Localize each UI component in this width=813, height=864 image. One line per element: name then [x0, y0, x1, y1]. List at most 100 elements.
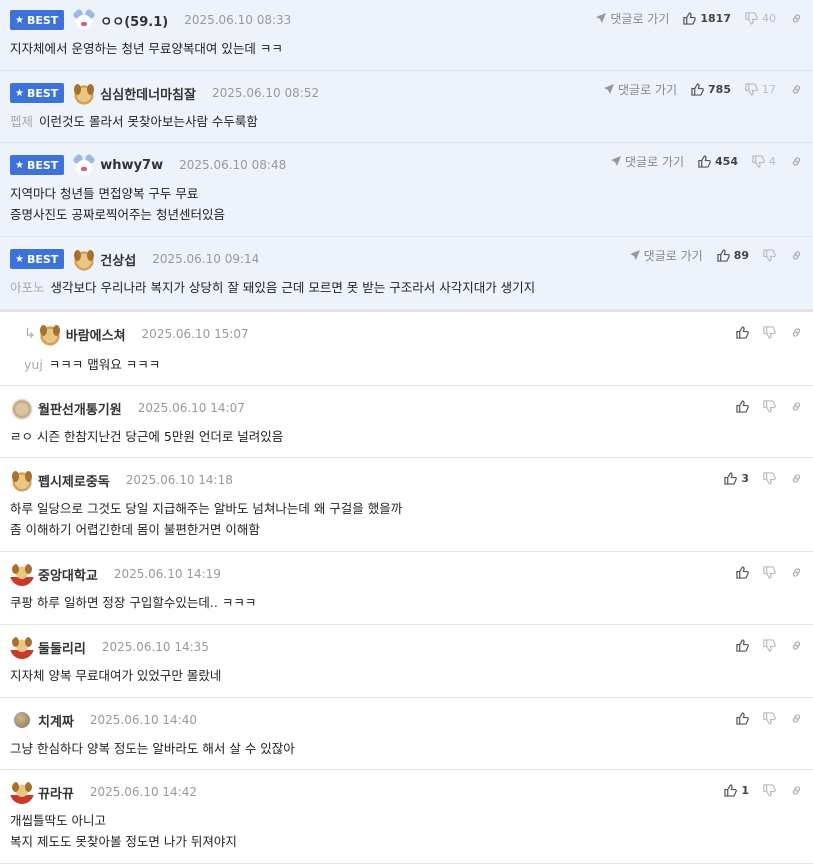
- goto-comment-button[interactable]: 댓글로 가기: [629, 247, 703, 264]
- link-button[interactable]: [790, 155, 803, 168]
- dislike-button[interactable]: 40: [745, 12, 776, 25]
- dislike-button[interactable]: [763, 638, 776, 652]
- comment-meta: 치계짜 2025.06.10 14:40: [10, 710, 197, 730]
- link-icon: [792, 401, 801, 411]
- like-button[interactable]: 785: [691, 83, 731, 96]
- comment-date: 2025.06.10 14:19: [113, 567, 221, 581]
- like-button[interactable]: [736, 711, 749, 725]
- comment-text: 이런것도 몰라서 못찾아보는사람 수두룩함: [39, 114, 258, 129]
- nickname[interactable]: 중앙대학교: [38, 565, 98, 584]
- link-icon: [792, 785, 801, 795]
- comment-text: 그냥 한심하다 양복 정도는 알바라도 해서 살 수 있잖아: [10, 741, 295, 756]
- link-button[interactable]: [790, 784, 803, 797]
- like-button[interactable]: [736, 325, 749, 339]
- goto-comment-button[interactable]: 댓글로 가기: [604, 81, 677, 98]
- comment-item: 펩시제로중독 2025.06.10 14:18 3 하루 일당으로 그것도 당일…: [0, 458, 813, 552]
- avatar[interactable]: [72, 81, 97, 105]
- link-button[interactable]: [790, 712, 803, 725]
- nickname[interactable]: whwy7w: [100, 158, 163, 173]
- comment-text: ㅋㅋㅋ 맵워요 ㅋㅋㅋ: [48, 357, 161, 372]
- link-button[interactable]: [790, 83, 803, 96]
- avatar[interactable]: [72, 247, 97, 271]
- link-icon: [792, 327, 801, 337]
- thumbs-down-icon: [763, 325, 776, 339]
- nickname[interactable]: 심심한데너마침잘: [100, 84, 196, 103]
- nickname[interactable]: ㅇㅇ(59.1): [100, 11, 168, 30]
- like-count: 1: [741, 783, 749, 797]
- nickname[interactable]: 둘둘리리: [38, 638, 86, 657]
- best-label: BEST: [26, 13, 59, 27]
- comment-item: 뀨라뀨 2025.06.10 14:42 1 개씹틀딱도 아니고 복지 제도도 …: [0, 770, 813, 864]
- dislike-button[interactable]: [763, 325, 776, 339]
- dislike-button[interactable]: [763, 399, 776, 413]
- like-button[interactable]: 1: [724, 784, 749, 797]
- avatar[interactable]: [10, 396, 34, 420]
- dislike-button[interactable]: [763, 783, 776, 797]
- avatar[interactable]: [10, 635, 34, 659]
- ip-prefix: 펩제: [10, 114, 34, 129]
- comment-actions: 3: [724, 470, 803, 486]
- comment-item: 치계짜 2025.06.10 14:40 그냥 한심하다 양복 정도는 알바라도…: [0, 698, 813, 770]
- nickname[interactable]: 월판선개통기원: [38, 399, 122, 418]
- nickname[interactable]: 펩시제로중독: [38, 471, 110, 490]
- goto-label: 댓글로 가기: [643, 248, 703, 263]
- dislike-button[interactable]: [763, 248, 776, 262]
- avatar[interactable]: [14, 712, 30, 728]
- avatar[interactable]: [72, 8, 97, 32]
- link-button[interactable]: [790, 566, 803, 579]
- goto-comment-button[interactable]: 댓글로 가기: [596, 10, 669, 27]
- reply-arrow-icon: ↳: [24, 326, 36, 342]
- like-button[interactable]: 89: [717, 249, 749, 262]
- comment-item: ★ BEST 심심한데너마침잘 2025.06.10 08:52 댓글로 가기 7…: [0, 71, 813, 143]
- avatar[interactable]: [10, 468, 34, 492]
- comment-date: 2025.06.10 14:42: [89, 785, 197, 799]
- dislike-button[interactable]: [763, 711, 776, 725]
- like-button[interactable]: [736, 638, 749, 652]
- link-button[interactable]: [790, 12, 803, 25]
- thumbs-up-icon: [736, 399, 749, 413]
- thumbs-up-icon: [683, 11, 697, 25]
- comment-item: 월판선개통기원 2025.06.10 14:07 ㄹㅇ 시즌 한참지난건 당근에…: [0, 386, 813, 458]
- like-count: 89: [733, 248, 749, 262]
- nickname[interactable]: 건상섭: [100, 250, 136, 269]
- thumbs-up-icon: [691, 82, 704, 96]
- dislike-button[interactable]: [763, 471, 776, 485]
- avatar[interactable]: [37, 322, 62, 346]
- dislike-button[interactable]: [763, 565, 776, 579]
- avatar[interactable]: [72, 153, 97, 177]
- link-button[interactable]: [790, 400, 803, 413]
- comment-meta: ★ BEST ㅇㅇ(59.1) 2025.06.10 08:33: [10, 8, 292, 32]
- like-button[interactable]: 3: [724, 472, 749, 485]
- avatar[interactable]: [10, 780, 34, 804]
- comment-date: 2025.06.10 08:33: [184, 13, 292, 27]
- like-button[interactable]: 1817: [683, 12, 731, 25]
- like-count: 785: [708, 82, 731, 96]
- dislike-count: 17: [762, 82, 776, 96]
- thumbs-down-icon: [763, 399, 776, 413]
- comment-body: 펩제 이런것도 몰라서 못찾아보는사람 수두룩함: [10, 111, 753, 132]
- dislike-button[interactable]: 17: [745, 83, 776, 96]
- link-button[interactable]: [790, 249, 803, 262]
- star-icon: ★: [15, 253, 24, 265]
- ip-prefix: 아포노: [10, 280, 45, 295]
- comment-actions: [736, 710, 803, 726]
- link-button[interactable]: [790, 472, 803, 485]
- comment-body: 아포노 생각보다 우리나라 복지가 상당히 잘 돼있음 근데 모르면 못 받는 …: [10, 277, 753, 298]
- like-button[interactable]: 454: [698, 155, 738, 168]
- avatar[interactable]: [10, 562, 34, 586]
- comment-item: 중앙대학교 2025.06.10 14:19 쿠팡 하루 일하면 정장 구입할수…: [0, 552, 813, 625]
- comment-actions: 1: [724, 782, 803, 798]
- nickname[interactable]: 치계짜: [38, 711, 74, 730]
- star-icon: ★: [15, 159, 24, 171]
- link-button[interactable]: [790, 326, 803, 339]
- nickname[interactable]: 바람에스쳐: [66, 325, 126, 344]
- like-button[interactable]: [736, 565, 749, 579]
- comment-text: 개씹틀딱도 아니고 복지 제도도 못찾아볼 정도면 나가 뒤져야지: [10, 813, 237, 849]
- goto-comment-button[interactable]: 댓글로 가기: [611, 153, 684, 170]
- like-button[interactable]: [736, 399, 749, 413]
- dislike-button[interactable]: 4: [752, 155, 776, 168]
- comment-text: 하루 일당으로 그것도 당일 지급해주는 알바도 넘쳐나는데 왜 구걸을 했을까…: [10, 501, 403, 537]
- nickname[interactable]: 뀨라뀨: [38, 783, 74, 802]
- link-button[interactable]: [790, 639, 803, 652]
- comment-meta: 펩시제로중독 2025.06.10 14:18: [10, 468, 233, 492]
